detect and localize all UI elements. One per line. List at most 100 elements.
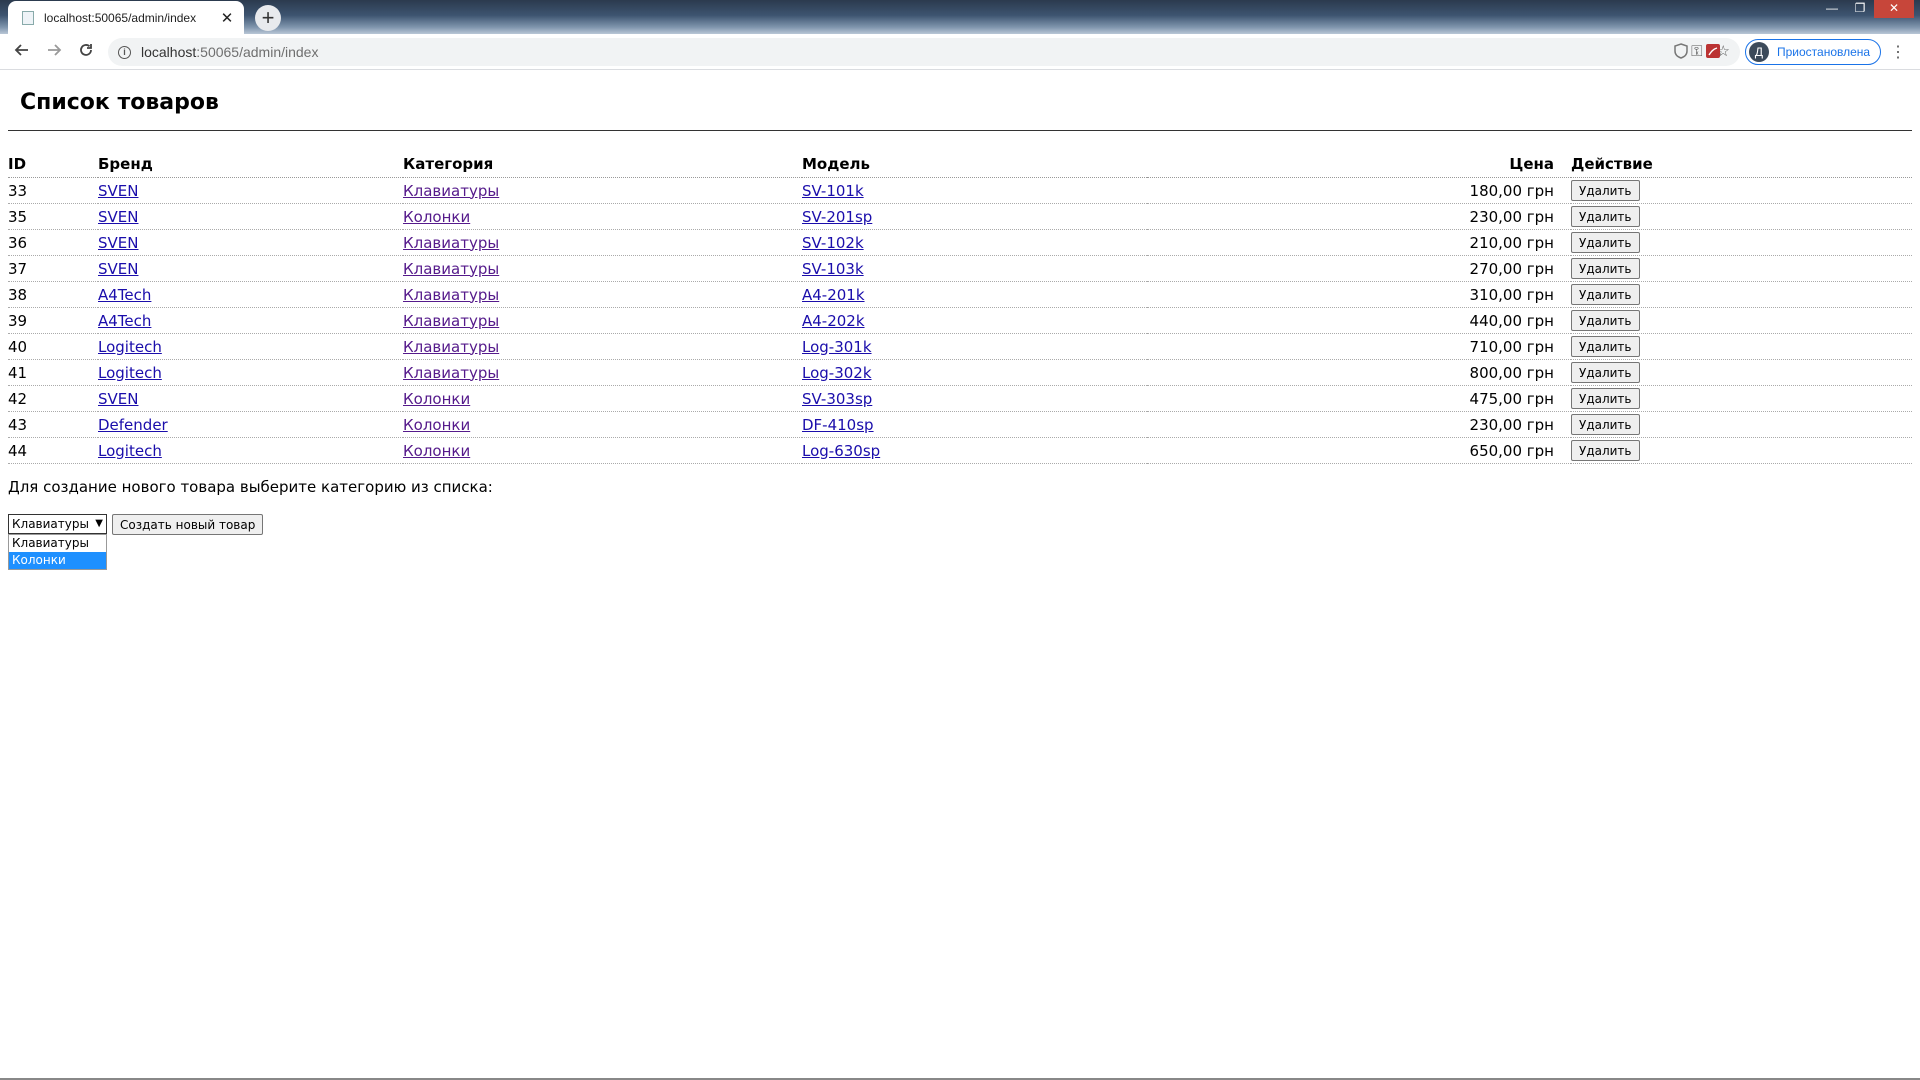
category-link[interactable]: Клавиатуры <box>403 234 499 252</box>
menu-icon[interactable]: ⋮ <box>1890 42 1906 62</box>
table-row: 44 Logitech Колонки Log-630sp 650,00 грн Удал… <box>8 437 1912 464</box>
new-tab-button[interactable]: + <box>255 5 281 31</box>
category-link[interactable]: Клавиатуры <box>403 364 499 382</box>
cell-model: A4-202k <box>802 307 1147 334</box>
delete-button[interactable]: Удалить <box>1571 414 1640 435</box>
back-button[interactable] <box>10 40 34 64</box>
key-icon[interactable]: ⚿ <box>1691 42 1702 62</box>
category-link[interactable]: Клавиатуры <box>403 338 499 356</box>
model-link[interactable]: SV-303sp <box>802 390 872 408</box>
shield-icon[interactable] <box>1672 43 1690 61</box>
cell-brand: A4Tech <box>98 307 403 334</box>
delete-button[interactable]: Удалить <box>1571 258 1640 279</box>
tab-close-icon[interactable]: ✕ <box>216 9 238 27</box>
cell-id: 41 <box>8 359 98 386</box>
dropdown-option[interactable]: Клавиатуры <box>9 535 106 552</box>
category-dropdown-list: Клавиатуры Колонки <box>8 534 107 570</box>
reload-button[interactable] <box>74 40 98 64</box>
category-link[interactable]: Клавиатуры <box>403 260 499 278</box>
delete-button[interactable]: Удалить <box>1571 388 1640 409</box>
cell-id: 42 <box>8 385 98 412</box>
brand-link[interactable]: A4Tech <box>98 286 151 304</box>
maximize-button[interactable]: ❐ <box>1846 0 1874 18</box>
close-window-button[interactable]: ✕ <box>1874 0 1914 18</box>
cell-model: DF-410sp <box>802 411 1147 438</box>
browser-tab[interactable]: localhost:50065/admin/index ✕ <box>8 1 244 34</box>
category-link[interactable]: Клавиатуры <box>403 286 499 304</box>
delete-button[interactable]: Удалить <box>1571 310 1640 331</box>
profile-button[interactable]: Д Приостановлена <box>1745 39 1882 65</box>
column-header-brand: Бренд <box>98 151 403 178</box>
model-link[interactable]: SV-102k <box>802 234 864 252</box>
brand-link[interactable]: SVEN <box>98 208 138 226</box>
cell-price: 230,00 грн <box>1147 411 1571 438</box>
cell-id: 39 <box>8 307 98 334</box>
create-product-button[interactable]: Создать новый товар <box>112 514 264 535</box>
cell-category: Клавиатуры <box>403 307 802 334</box>
info-icon[interactable]: i <box>118 45 131 59</box>
forward-button[interactable] <box>42 40 66 64</box>
brand-link[interactable]: SVEN <box>98 260 138 278</box>
brand-link[interactable]: A4Tech <box>98 312 151 330</box>
model-link[interactable]: Log-630sp <box>802 442 880 460</box>
delete-button[interactable]: Удалить <box>1571 440 1640 461</box>
page-content: Список товаров ID Бренд Категория Модель… <box>0 70 1920 1080</box>
forward-icon <box>48 44 62 56</box>
category-link[interactable]: Колонки <box>403 208 470 226</box>
table-row: 37 SVEN Клавиатуры SV-103k 270,00 грн Удалить <box>8 255 1912 282</box>
model-link[interactable]: SV-201sp <box>802 208 872 226</box>
products-table: ID Бренд Категория Модель Цена Действие … <box>8 151 1912 464</box>
back-icon <box>14 44 28 56</box>
cell-brand: SVEN <box>98 255 403 282</box>
delete-button[interactable]: Удалить <box>1571 180 1640 201</box>
column-header-action: Действие <box>1571 151 1912 178</box>
cell-action: Удалить <box>1571 333 1912 360</box>
cell-action: Удалить <box>1571 437 1912 464</box>
delete-button[interactable]: Удалить <box>1571 284 1640 305</box>
category-select[interactable]: Клавиатуры ▼ <box>8 514 107 534</box>
column-header-model: Модель <box>802 151 1147 178</box>
model-link[interactable]: Log-301k <box>802 338 872 356</box>
delete-button[interactable]: Удалить <box>1571 362 1640 383</box>
tab-title: localhost:50065/admin/index <box>44 10 197 25</box>
page-title: Список товаров <box>20 90 219 115</box>
category-link[interactable]: Колонки <box>403 390 470 408</box>
delete-button[interactable]: Удалить <box>1571 336 1640 357</box>
model-link[interactable]: SV-101k <box>802 182 864 200</box>
cell-action: Удалить <box>1571 229 1912 256</box>
brand-link[interactable]: Defender <box>98 416 168 434</box>
cell-category: Колонки <box>403 437 802 464</box>
cell-action: Удалить <box>1571 177 1912 204</box>
delete-button[interactable]: Удалить <box>1571 206 1640 227</box>
cell-category: Клавиатуры <box>403 229 802 256</box>
address-bar[interactable]: i localhost:50065/admin/index ⚿ ☆ <box>108 38 1740 66</box>
brand-link[interactable]: Logitech <box>98 338 162 356</box>
brand-link[interactable]: SVEN <box>98 182 138 200</box>
url-text[interactable]: localhost:50065/admin/index <box>141 44 318 60</box>
brand-link[interactable]: SVEN <box>98 234 138 252</box>
model-link[interactable]: DF-410sp <box>802 416 874 434</box>
category-link[interactable]: Клавиатуры <box>403 312 499 330</box>
cell-price: 650,00 грн <box>1147 437 1571 464</box>
cell-category: Колонки <box>403 203 802 230</box>
column-header-category: Категория <box>403 151 802 178</box>
cell-category: Клавиатуры <box>403 359 802 386</box>
brand-link[interactable]: Logitech <box>98 442 162 460</box>
category-link[interactable]: Клавиатуры <box>403 182 499 200</box>
model-link[interactable]: A4-202k <box>802 312 865 330</box>
dropdown-option[interactable]: Колонки <box>9 552 106 569</box>
model-link[interactable]: SV-103k <box>802 260 864 278</box>
category-link[interactable]: Колонки <box>403 442 470 460</box>
pdf-icon[interactable] <box>1704 43 1722 61</box>
model-link[interactable]: A4-201k <box>802 286 865 304</box>
delete-button[interactable]: Удалить <box>1571 232 1640 253</box>
profile-label: Приостановлена <box>1777 45 1871 59</box>
category-link[interactable]: Колонки <box>403 416 470 434</box>
cell-id: 38 <box>8 281 98 308</box>
model-link[interactable]: Log-302k <box>802 364 872 382</box>
minimize-button[interactable]: — <box>1818 0 1846 18</box>
cell-model: SV-103k <box>802 255 1147 282</box>
brand-link[interactable]: Logitech <box>98 364 162 382</box>
brand-link[interactable]: SVEN <box>98 390 138 408</box>
create-hint-text: Для создание нового товара выберите кате… <box>8 478 493 496</box>
